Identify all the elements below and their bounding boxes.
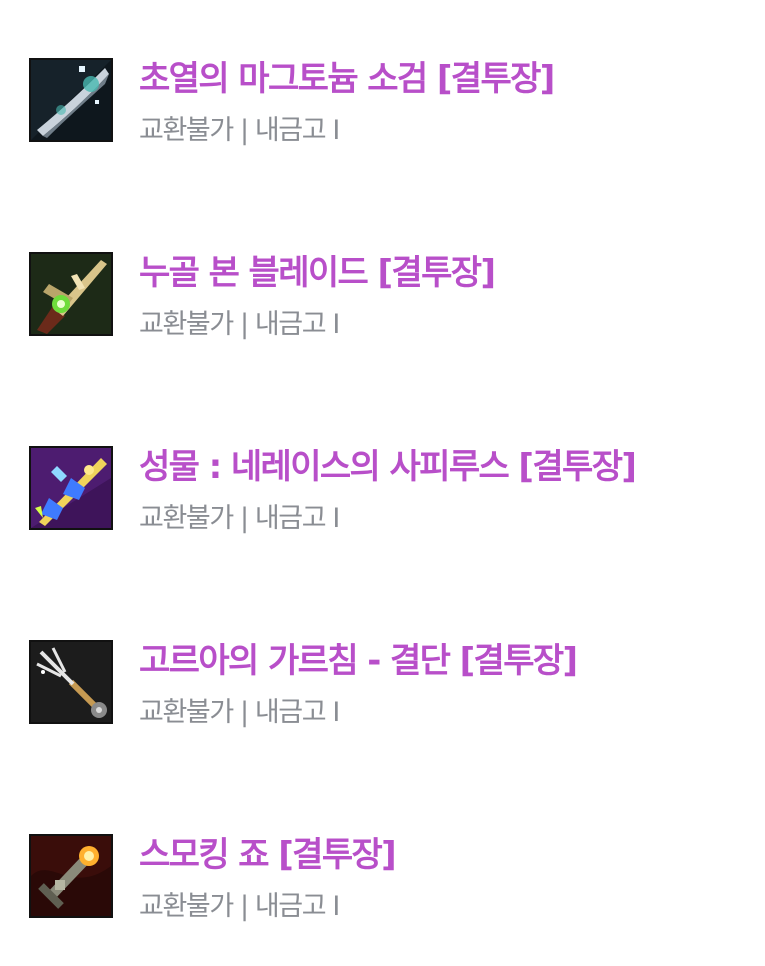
list-item[interactable]: 성물 : 네레이스의 사피루스 [결투장] 교환불가 | 내금고 I	[0, 446, 765, 556]
item-name[interactable]: 누골 본 블레이드 [결투장]	[139, 252, 496, 294]
list-item[interactable]: 초열의 마그토늄 소검 [결투장] 교환불가 | 내금고 I	[0, 58, 765, 168]
list-item[interactable]: 누골 본 블레이드 [결투장] 교환불가 | 내금고 I	[0, 252, 765, 362]
item-meta: 교환불가 | 내금고 I	[139, 697, 340, 728]
item-name[interactable]: 고르아의 가르침 - 결단 [결투장]	[139, 640, 578, 682]
smoking-pipe-item-icon	[29, 834, 113, 918]
list-item[interactable]: 스모킹 죠 [결투장] 교환불가 | 내금고 I	[0, 834, 765, 944]
item-name[interactable]: 성물 : 네레이스의 사피루스 [결투장]	[139, 446, 637, 488]
item-name[interactable]: 초열의 마그토늄 소검 [결투장]	[139, 58, 555, 100]
item-meta: 교환불가 | 내금고 I	[139, 115, 340, 146]
item-name[interactable]: 스모킹 죠 [결투장]	[139, 834, 397, 876]
bone-blade-item-icon	[29, 252, 113, 336]
relic-staff-item-icon	[29, 446, 113, 530]
list-item[interactable]: 고르아의 가르침 - 결단 [결투장] 교환불가 | 내금고 I	[0, 640, 765, 750]
item-meta: 교환불가 | 내금고 I	[139, 891, 340, 922]
trident-item-icon	[29, 640, 113, 724]
dagger-item-icon	[29, 58, 113, 142]
item-meta: 교환불가 | 내금고 I	[139, 503, 340, 534]
item-meta: 교환불가 | 내금고 I	[139, 309, 340, 340]
